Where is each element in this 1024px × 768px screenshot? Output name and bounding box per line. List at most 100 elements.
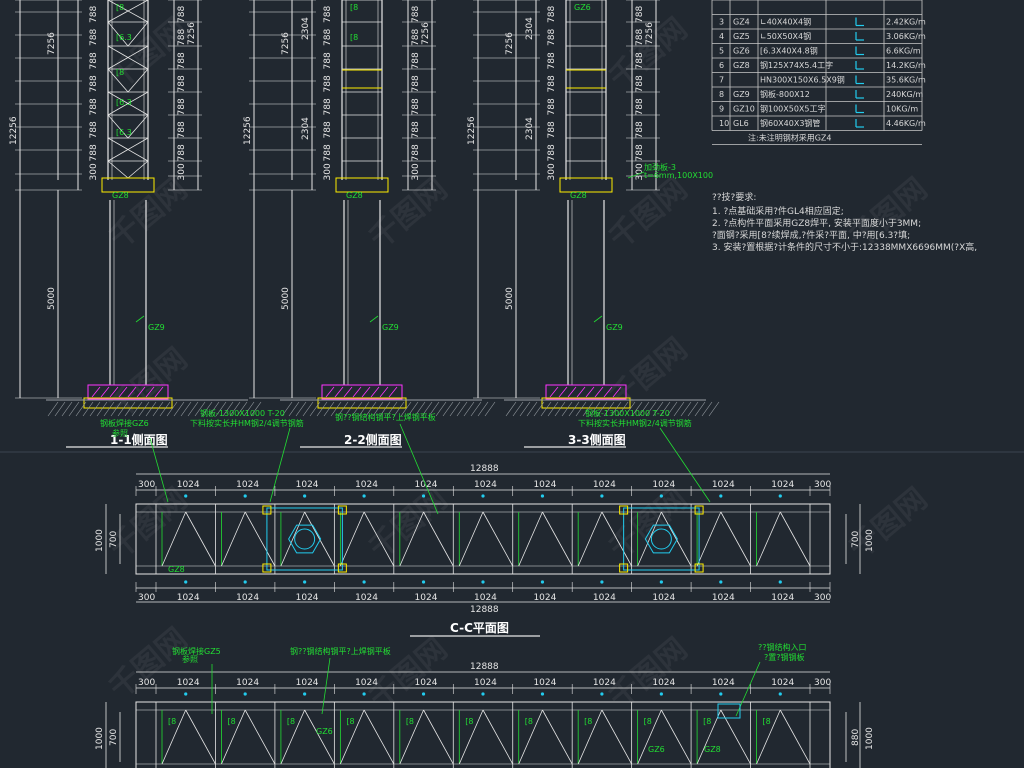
bolt-marker xyxy=(421,580,426,584)
table-cell-code: GZ6 xyxy=(733,47,750,56)
bolt-marker xyxy=(362,580,366,584)
watermark-text: 千图网 xyxy=(103,171,194,256)
dim-mark-left: 788 xyxy=(547,29,557,46)
truss-diagonal xyxy=(280,511,306,567)
truss-diagonal xyxy=(339,511,365,567)
dim-end: 300 xyxy=(138,593,155,603)
dim-end: 300 xyxy=(814,593,831,603)
dim-bay: 1024 xyxy=(355,593,378,603)
note-label: 钢板-1300X1000 T-20 xyxy=(200,408,285,418)
truss-diagonal xyxy=(696,511,722,567)
bolt-marker xyxy=(184,580,188,584)
table-cell-spec: 钢60X40X3钢管 xyxy=(760,118,820,128)
bolt-marker xyxy=(719,580,723,584)
dim-seg-b: 2304 xyxy=(301,117,311,140)
note-label: 钢板-1300X1000 T-20 xyxy=(585,408,670,418)
dim-bay: 1024 xyxy=(533,480,556,490)
dim-seg-b: 2304 xyxy=(525,117,535,140)
table-cell-no: 4 xyxy=(719,32,724,41)
bolt-marker xyxy=(303,494,307,498)
table-cell-spec: ∟50X50X4钢 xyxy=(760,31,811,41)
note-label: 钢??钢结构钢平?上焊钢平板 xyxy=(290,646,391,656)
dim-mark-left: 788 xyxy=(89,98,99,115)
dim-mark: 788 xyxy=(635,6,645,23)
notes-heading: ??技?要求: xyxy=(712,191,756,203)
bolt-marker xyxy=(540,580,545,584)
dim-mark-left: 300 xyxy=(323,163,333,180)
member-label: [8 xyxy=(350,3,358,12)
dim-bay: 1024 xyxy=(415,678,438,688)
table-cell-unit: 240KG/m xyxy=(886,90,923,99)
dim-bay: 1024 xyxy=(296,678,319,688)
table-cell-spec: [6.3X40X4.8钢 xyxy=(760,46,818,56)
watermark-text: 千图网 xyxy=(603,481,694,566)
table-cell-spec: ∟40X40X4钢 xyxy=(760,17,811,27)
dim-lower: 5000 xyxy=(281,287,291,310)
base-label: GZ8 xyxy=(112,191,129,200)
bolt-marker xyxy=(600,692,604,696)
truss-diagonal xyxy=(107,160,129,179)
dim-mark: 788 xyxy=(177,121,187,138)
dim-mark-left: 788 xyxy=(89,121,99,138)
dim-bay: 1024 xyxy=(771,678,794,688)
table-cell-unit: 6.6KG/m xyxy=(886,47,921,56)
dim-bay: 1024 xyxy=(652,480,675,490)
dim-bay: 1024 xyxy=(533,678,556,688)
dim-mark: 788 xyxy=(411,29,421,46)
dim-bay: 1024 xyxy=(296,480,319,490)
note-label: ??钢结构入口 xyxy=(758,642,807,652)
dim-height-inner: 700 xyxy=(109,531,119,548)
dim-height-outer-r: 1000 xyxy=(865,529,875,552)
leader-line xyxy=(321,657,331,715)
dim-bay: 1024 xyxy=(355,678,378,688)
dim-mark-left: 788 xyxy=(323,52,333,69)
table-cell-spec: 钢125X74X5.4工字 xyxy=(760,60,833,70)
base-label: GZ8 xyxy=(346,191,363,200)
dim-height-outer-r: 1000 xyxy=(865,727,875,750)
dim-mark-left: 788 xyxy=(89,144,99,161)
base-hatch xyxy=(343,386,353,398)
dim-bay: 1024 xyxy=(593,593,616,603)
dim-bay: 1024 xyxy=(296,593,319,603)
dim-total-bottom: 12888 xyxy=(470,605,499,615)
bolt-marker xyxy=(421,692,426,696)
truss-diagonal xyxy=(185,511,216,567)
base-label: GZ8 xyxy=(570,191,587,200)
elevation-title: 2-2侧面图 xyxy=(344,432,402,447)
dim-bay: 1024 xyxy=(771,480,794,490)
table-cell-no: 6 xyxy=(719,61,724,70)
bolt-marker xyxy=(481,580,485,584)
truss-diagonal xyxy=(720,511,751,567)
dim-end: 300 xyxy=(814,678,831,688)
truss-diagonal xyxy=(542,511,573,567)
member-label: GZ6 xyxy=(316,727,333,736)
truss-diagonal xyxy=(363,709,395,765)
bolt-marker xyxy=(303,692,307,696)
dim-seg-a: 2304 xyxy=(525,17,535,40)
bolt-marker xyxy=(303,580,307,584)
base-hatch xyxy=(549,386,559,398)
bolt-marker xyxy=(421,494,426,498)
dim-bay: 1024 xyxy=(533,593,556,603)
table-cell-code: GZ4 xyxy=(733,18,750,27)
dim-mark-left: 788 xyxy=(547,98,557,115)
leader-line xyxy=(269,427,291,503)
dim-mark: 788 xyxy=(411,75,421,92)
truss-diagonal xyxy=(458,511,484,567)
dim-end: 300 xyxy=(814,480,831,490)
truss-frame xyxy=(135,503,831,575)
table-cell-no: 3 xyxy=(719,18,724,27)
dim-mark: 788 xyxy=(635,29,645,46)
table-cell-unit: 35.6KG/m xyxy=(886,76,926,85)
table-footer: 注:未注明钢材采用GZ4 xyxy=(748,133,831,143)
dim-upper-right: 7256 xyxy=(187,22,197,45)
dim-upper-right: 7256 xyxy=(421,22,431,45)
dim-bay: 1024 xyxy=(177,678,200,688)
member-label: [8 xyxy=(346,717,354,726)
dim-mark: 788 xyxy=(635,52,645,69)
dim-mark: 788 xyxy=(635,144,645,161)
dim-bay: 1024 xyxy=(415,593,438,603)
truss-diagonal xyxy=(577,511,603,567)
callout-label: t=6mm,100X100 xyxy=(644,171,713,180)
plan-view-2: 1288830030030030010241024102410241024102… xyxy=(95,642,875,768)
